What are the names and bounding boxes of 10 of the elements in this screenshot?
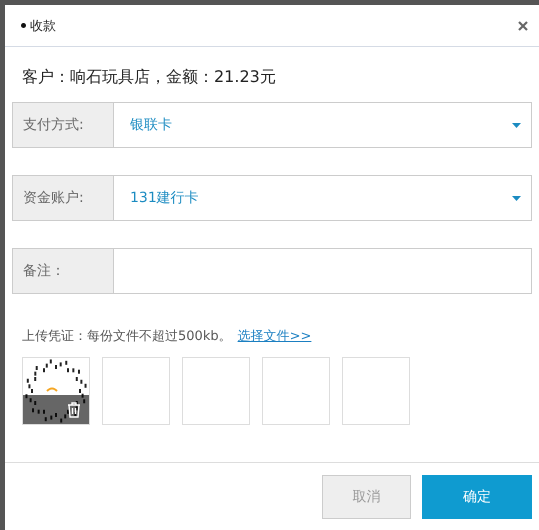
confirm-button[interactable]: 确定 bbox=[422, 474, 532, 518]
cancel-button[interactable]: 取消 bbox=[322, 474, 411, 518]
choose-file-link[interactable]: 选择文件>> bbox=[238, 327, 312, 345]
trash-icon[interactable] bbox=[67, 402, 81, 418]
close-button[interactable] bbox=[516, 18, 530, 32]
upload-hint: 上传凭证：每份文件不超过500kb。 bbox=[22, 328, 232, 345]
customer-amount-text: 客户：响石玩具店，金额：21.23元 bbox=[21, 67, 277, 88]
bullet-icon bbox=[21, 23, 26, 28]
dialog-title: 收款 bbox=[30, 18, 57, 34]
field-label: 备注： bbox=[13, 249, 114, 293]
